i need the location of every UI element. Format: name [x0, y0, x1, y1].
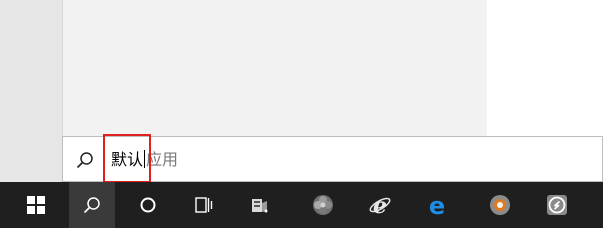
orange-circle-icon [489, 194, 511, 216]
start-button[interactable] [13, 182, 59, 228]
start-left-pane [0, 0, 62, 182]
edge-icon: e [425, 193, 449, 217]
taskbar-edge[interactable]: e [414, 182, 460, 228]
taskbar-app-3[interactable] [477, 182, 523, 228]
search-icon [75, 150, 95, 170]
search-icon [82, 195, 102, 215]
svg-text:e: e [429, 193, 445, 217]
taskbar-internet-explorer[interactable]: e [357, 182, 403, 228]
green-s-icon [546, 194, 568, 216]
cortana-circle-icon [139, 196, 157, 214]
search-suggestion-text: 应用 [146, 150, 179, 169]
taskbar: e e [0, 182, 603, 228]
taskbar-app-1[interactable] [237, 182, 283, 228]
taskbar-search-button[interactable] [69, 182, 115, 228]
svg-text:e: e [373, 193, 387, 217]
search-input[interactable]: 默认 应用 [111, 147, 178, 173]
text-caret [144, 150, 146, 168]
search-bar[interactable]: 默认 应用 [62, 136, 603, 182]
taskbar-app-4[interactable] [534, 182, 580, 228]
taskbar-app-2[interactable] [300, 182, 346, 228]
windows-logo-icon [27, 196, 45, 214]
task-view-icon [194, 196, 214, 214]
desktop-area [487, 0, 603, 136]
ie-icon: e [368, 193, 392, 217]
search-typed-text: 默认 [111, 150, 144, 169]
app-icon [250, 195, 270, 215]
search-results-pane [62, 0, 488, 136]
cortana-button[interactable] [125, 182, 171, 228]
task-view-button[interactable] [181, 182, 227, 228]
flower-icon [312, 194, 334, 216]
